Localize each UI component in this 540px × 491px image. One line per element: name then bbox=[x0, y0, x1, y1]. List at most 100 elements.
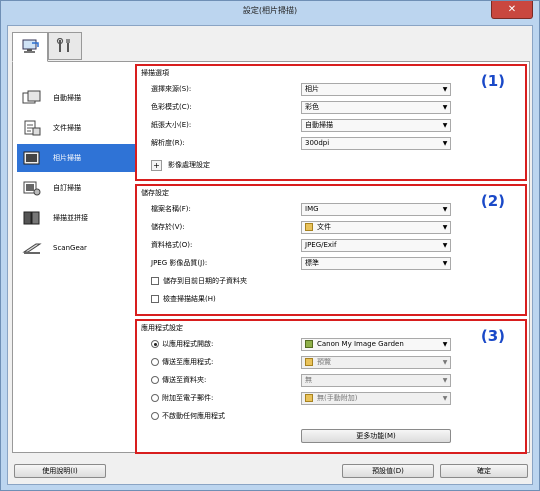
chevron-down-icon: ▼ bbox=[442, 205, 448, 213]
dropdown-value: 相片 bbox=[305, 85, 319, 93]
ok-button[interactable]: 確定 bbox=[440, 464, 528, 478]
chevron-down-icon: ▼ bbox=[442, 121, 448, 129]
window-title: 設定(相片掃描) bbox=[242, 6, 298, 15]
settings-panel: 自動掃描 文件掃描 相片掃描 自訂掃描 掃描並拼接 ScanGear 掃描選項 … bbox=[12, 61, 530, 454]
jpeg-quality-dropdown[interactable]: 標準 ▼ bbox=[301, 256, 451, 270]
send-to-folder-dropdown[interactable]: 無 ▼ bbox=[301, 373, 451, 387]
document-scan-icon bbox=[21, 118, 43, 138]
scan-options-section: 掃描選項 (1) 選擇來源(S): 相片 ▼ 色彩模式(C): 彩色 ▼ 紙張大小(… bbox=[135, 64, 527, 181]
radio-label: 以應用程式開啟: bbox=[162, 340, 214, 348]
file-name-row: 檔案名稱(F): IMG ▼ bbox=[151, 202, 517, 216]
tools-icon bbox=[56, 38, 70, 52]
no-app-radio[interactable] bbox=[151, 412, 159, 420]
chevron-down-icon: ▼ bbox=[442, 358, 448, 366]
check-results-checkbox[interactable] bbox=[151, 295, 159, 303]
sidebar-item-scangear[interactable]: ScanGear bbox=[17, 234, 137, 262]
color-mode-dropdown[interactable]: 彩色 ▼ bbox=[301, 100, 451, 114]
chevron-down-icon: ▼ bbox=[442, 223, 448, 231]
subfolder-checkbox[interactable] bbox=[151, 277, 159, 285]
save-in-row: 儲存於(V): 文件 ▼ bbox=[151, 220, 517, 234]
select-source-dropdown[interactable]: 相片 ▼ bbox=[301, 82, 451, 96]
send-to-app-radio[interactable] bbox=[151, 358, 159, 366]
field-label: 資料格式(O): bbox=[151, 241, 193, 249]
save-in-dropdown[interactable]: 文件 ▼ bbox=[301, 220, 451, 234]
sidebar-item-photo-scan[interactable]: 相片掃描 bbox=[17, 144, 137, 172]
attach-email-dropdown[interactable]: 無(手動附加) ▼ bbox=[301, 391, 451, 405]
field-label: 解析度(R): bbox=[151, 139, 185, 147]
chevron-down-icon: ▼ bbox=[442, 139, 448, 147]
chevron-down-icon: ▼ bbox=[442, 394, 448, 402]
dropdown-value: JPEG/Exif bbox=[305, 241, 337, 249]
sidebar-item-scan-and-stitch[interactable]: 掃描並拼接 bbox=[17, 204, 137, 232]
sidebar-item-custom-scan[interactable]: 自訂掃描 bbox=[17, 174, 137, 202]
dropdown-value: 預覽 bbox=[317, 358, 331, 366]
close-button[interactable]: ✕ bbox=[491, 1, 533, 19]
chevron-down-icon: ▼ bbox=[442, 85, 448, 93]
radio-label: 附加至電子郵件: bbox=[162, 394, 214, 402]
input-value: IMG bbox=[305, 205, 319, 213]
custom-scan-icon bbox=[21, 178, 43, 198]
check-results-checkbox-row[interactable]: 檢查掃描結果(H) bbox=[151, 292, 517, 306]
resolution-row: 解析度(R): 300dpi ▼ bbox=[151, 136, 517, 150]
subfolder-checkbox-row[interactable]: 儲存到目前日期的子資料夾 bbox=[151, 274, 517, 288]
dropdown-value: Canon My Image Garden bbox=[317, 340, 404, 348]
sidebar-item-label: 自動掃描 bbox=[53, 94, 81, 102]
auto-scan-icon bbox=[21, 88, 43, 108]
field-label: 色彩模式(C): bbox=[151, 103, 192, 111]
resolution-dropdown[interactable]: 300dpi ▼ bbox=[301, 136, 451, 150]
sidebar-item-label: 相片掃描 bbox=[53, 154, 81, 162]
defaults-button[interactable]: 預設值(D) bbox=[342, 464, 434, 478]
color-mode-row: 色彩模式(C): 彩色 ▼ bbox=[151, 100, 517, 114]
chevron-down-icon: ▼ bbox=[442, 376, 448, 384]
dropdown-value: 文件 bbox=[317, 223, 331, 231]
image-processing-row: + 影像處理設定 bbox=[151, 158, 517, 172]
email-icon bbox=[305, 394, 313, 402]
field-label: 選擇來源(S): bbox=[151, 85, 192, 93]
file-name-input[interactable]: IMG ▼ bbox=[301, 202, 451, 216]
send-to-app-row[interactable]: 傳送至應用程式: 預覽 ▼ bbox=[151, 355, 517, 369]
data-format-dropdown[interactable]: JPEG/Exif ▼ bbox=[301, 238, 451, 252]
computer-scan-icon bbox=[22, 39, 39, 53]
radio-label: 不啟動任何應用程式 bbox=[162, 412, 225, 420]
attach-email-radio[interactable] bbox=[151, 394, 159, 402]
expand-button[interactable]: + bbox=[151, 159, 162, 171]
paper-size-dropdown[interactable]: 自動掃描 ▼ bbox=[301, 118, 451, 132]
help-button[interactable]: 使用說明(I) bbox=[14, 464, 106, 478]
stitch-scan-icon bbox=[21, 208, 43, 228]
open-with-app-row[interactable]: 以應用程式開啟: Canon My Image Garden ▼ bbox=[151, 337, 517, 351]
application-settings-section: 應用程式設定 (3) 以應用程式開啟: Canon My Image Garde… bbox=[135, 319, 527, 454]
sidebar-item-label: 掃描並拼接 bbox=[53, 214, 88, 222]
dropdown-value: 無 bbox=[305, 376, 312, 384]
attach-email-row[interactable]: 附加至電子郵件: 無(手動附加) ▼ bbox=[151, 391, 517, 405]
tab-general-settings[interactable] bbox=[48, 32, 82, 60]
open-with-app-dropdown[interactable]: Canon My Image Garden ▼ bbox=[301, 337, 451, 351]
section-title: 掃描選項 bbox=[141, 69, 169, 77]
scan-mode-sidebar: 自動掃描 文件掃描 相片掃描 自訂掃描 掃描並拼接 ScanGear bbox=[17, 66, 137, 446]
dropdown-value: 自動掃描 bbox=[305, 121, 333, 129]
send-to-folder-row[interactable]: 傳送至資料夾: 無 ▼ bbox=[151, 373, 517, 387]
scangear-icon bbox=[21, 238, 43, 258]
chevron-down-icon: ▼ bbox=[442, 340, 448, 348]
save-settings-section: 儲存設定 (2) 檔案名稱(F): IMG ▼ 儲存於(V): 文件 ▼ 資料格… bbox=[135, 184, 527, 316]
radio-label: 傳送至資料夾: bbox=[162, 376, 207, 384]
dropdown-value: 彩色 bbox=[305, 103, 319, 111]
section-title: 儲存設定 bbox=[141, 189, 169, 197]
settings-window: 設定(相片掃描) ✕ 自動掃描 文件掃描 相片掃描 自訂掃描 掃描並拼接 Sca… bbox=[0, 0, 540, 491]
more-functions-button[interactable]: 更多功能(M) bbox=[301, 429, 451, 443]
field-label: 紙張大小(E): bbox=[151, 121, 192, 129]
chevron-down-icon: ▼ bbox=[442, 103, 448, 111]
send-to-app-dropdown[interactable]: 預覽 ▼ bbox=[301, 355, 451, 369]
image-processing-label: 影像處理設定 bbox=[168, 161, 210, 169]
tab-scan-from-computer[interactable] bbox=[12, 32, 48, 62]
sidebar-item-auto-scan[interactable]: 自動掃描 bbox=[17, 84, 137, 112]
checkbox-label: 儲存到目前日期的子資料夾 bbox=[163, 277, 247, 285]
sidebar-item-label: 自訂掃描 bbox=[53, 184, 81, 192]
no-app-row[interactable]: 不啟動任何應用程式 bbox=[151, 409, 517, 423]
open-with-app-radio[interactable] bbox=[151, 340, 159, 348]
dialog-body: 自動掃描 文件掃描 相片掃描 自訂掃描 掃描並拼接 ScanGear 掃描選項 … bbox=[7, 25, 533, 485]
paper-size-row: 紙張大小(E): 自動掃描 ▼ bbox=[151, 118, 517, 132]
field-label: 儲存於(V): bbox=[151, 223, 185, 231]
send-to-folder-radio[interactable] bbox=[151, 376, 159, 384]
sidebar-item-document-scan[interactable]: 文件掃描 bbox=[17, 114, 137, 142]
dropdown-value: 300dpi bbox=[305, 139, 330, 147]
